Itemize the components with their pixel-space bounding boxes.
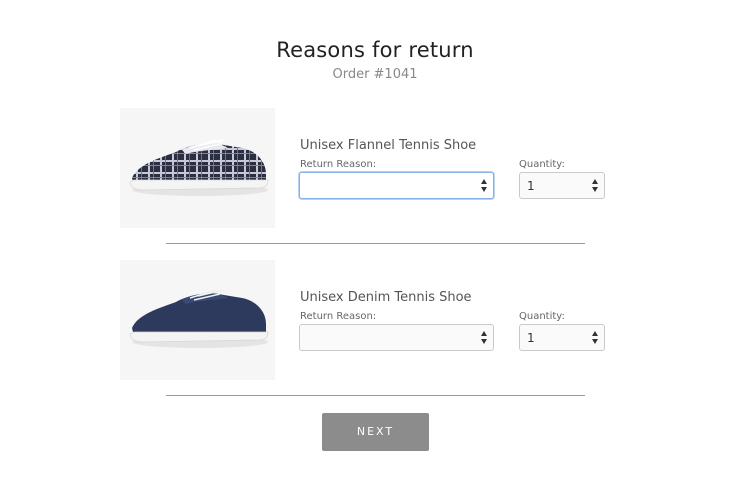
quantity-value: 1 xyxy=(527,179,535,193)
return-reason-label: Return Reason: xyxy=(300,159,377,170)
return-reason-select[interactable] xyxy=(299,172,494,199)
select-arrows-icon xyxy=(481,178,488,193)
page-title: Reasons for return xyxy=(276,38,474,62)
quantity-label: Quantity: xyxy=(519,311,565,322)
divider xyxy=(166,395,585,396)
quantity-select[interactable]: 1 xyxy=(519,172,605,199)
select-arrows-icon xyxy=(592,330,599,345)
next-button[interactable]: NEXT xyxy=(322,413,429,451)
product-name: Unisex Denim Tennis Shoe xyxy=(300,290,472,305)
return-item: Unisex Denim Tennis Shoe Return Reason: … xyxy=(0,260,750,390)
quantity-label: Quantity: xyxy=(519,159,565,170)
return-reason-label: Return Reason: xyxy=(300,311,377,322)
quantity-select[interactable]: 1 xyxy=(519,324,605,351)
product-image-denim-shoe xyxy=(120,260,275,380)
order-number: Order #1041 xyxy=(332,67,418,82)
return-item: Unisex Flannel Tennis Shoe Return Reason… xyxy=(0,108,750,238)
shoe-illustration xyxy=(129,289,269,348)
select-arrows-icon xyxy=(481,330,488,345)
product-name: Unisex Flannel Tennis Shoe xyxy=(300,138,477,153)
shoe-illustration xyxy=(129,139,269,196)
quantity-value: 1 xyxy=(527,331,535,345)
return-reason-select[interactable] xyxy=(299,324,494,351)
divider xyxy=(166,243,585,244)
product-image-flannel-shoe xyxy=(120,108,275,228)
select-arrows-icon xyxy=(592,178,599,193)
